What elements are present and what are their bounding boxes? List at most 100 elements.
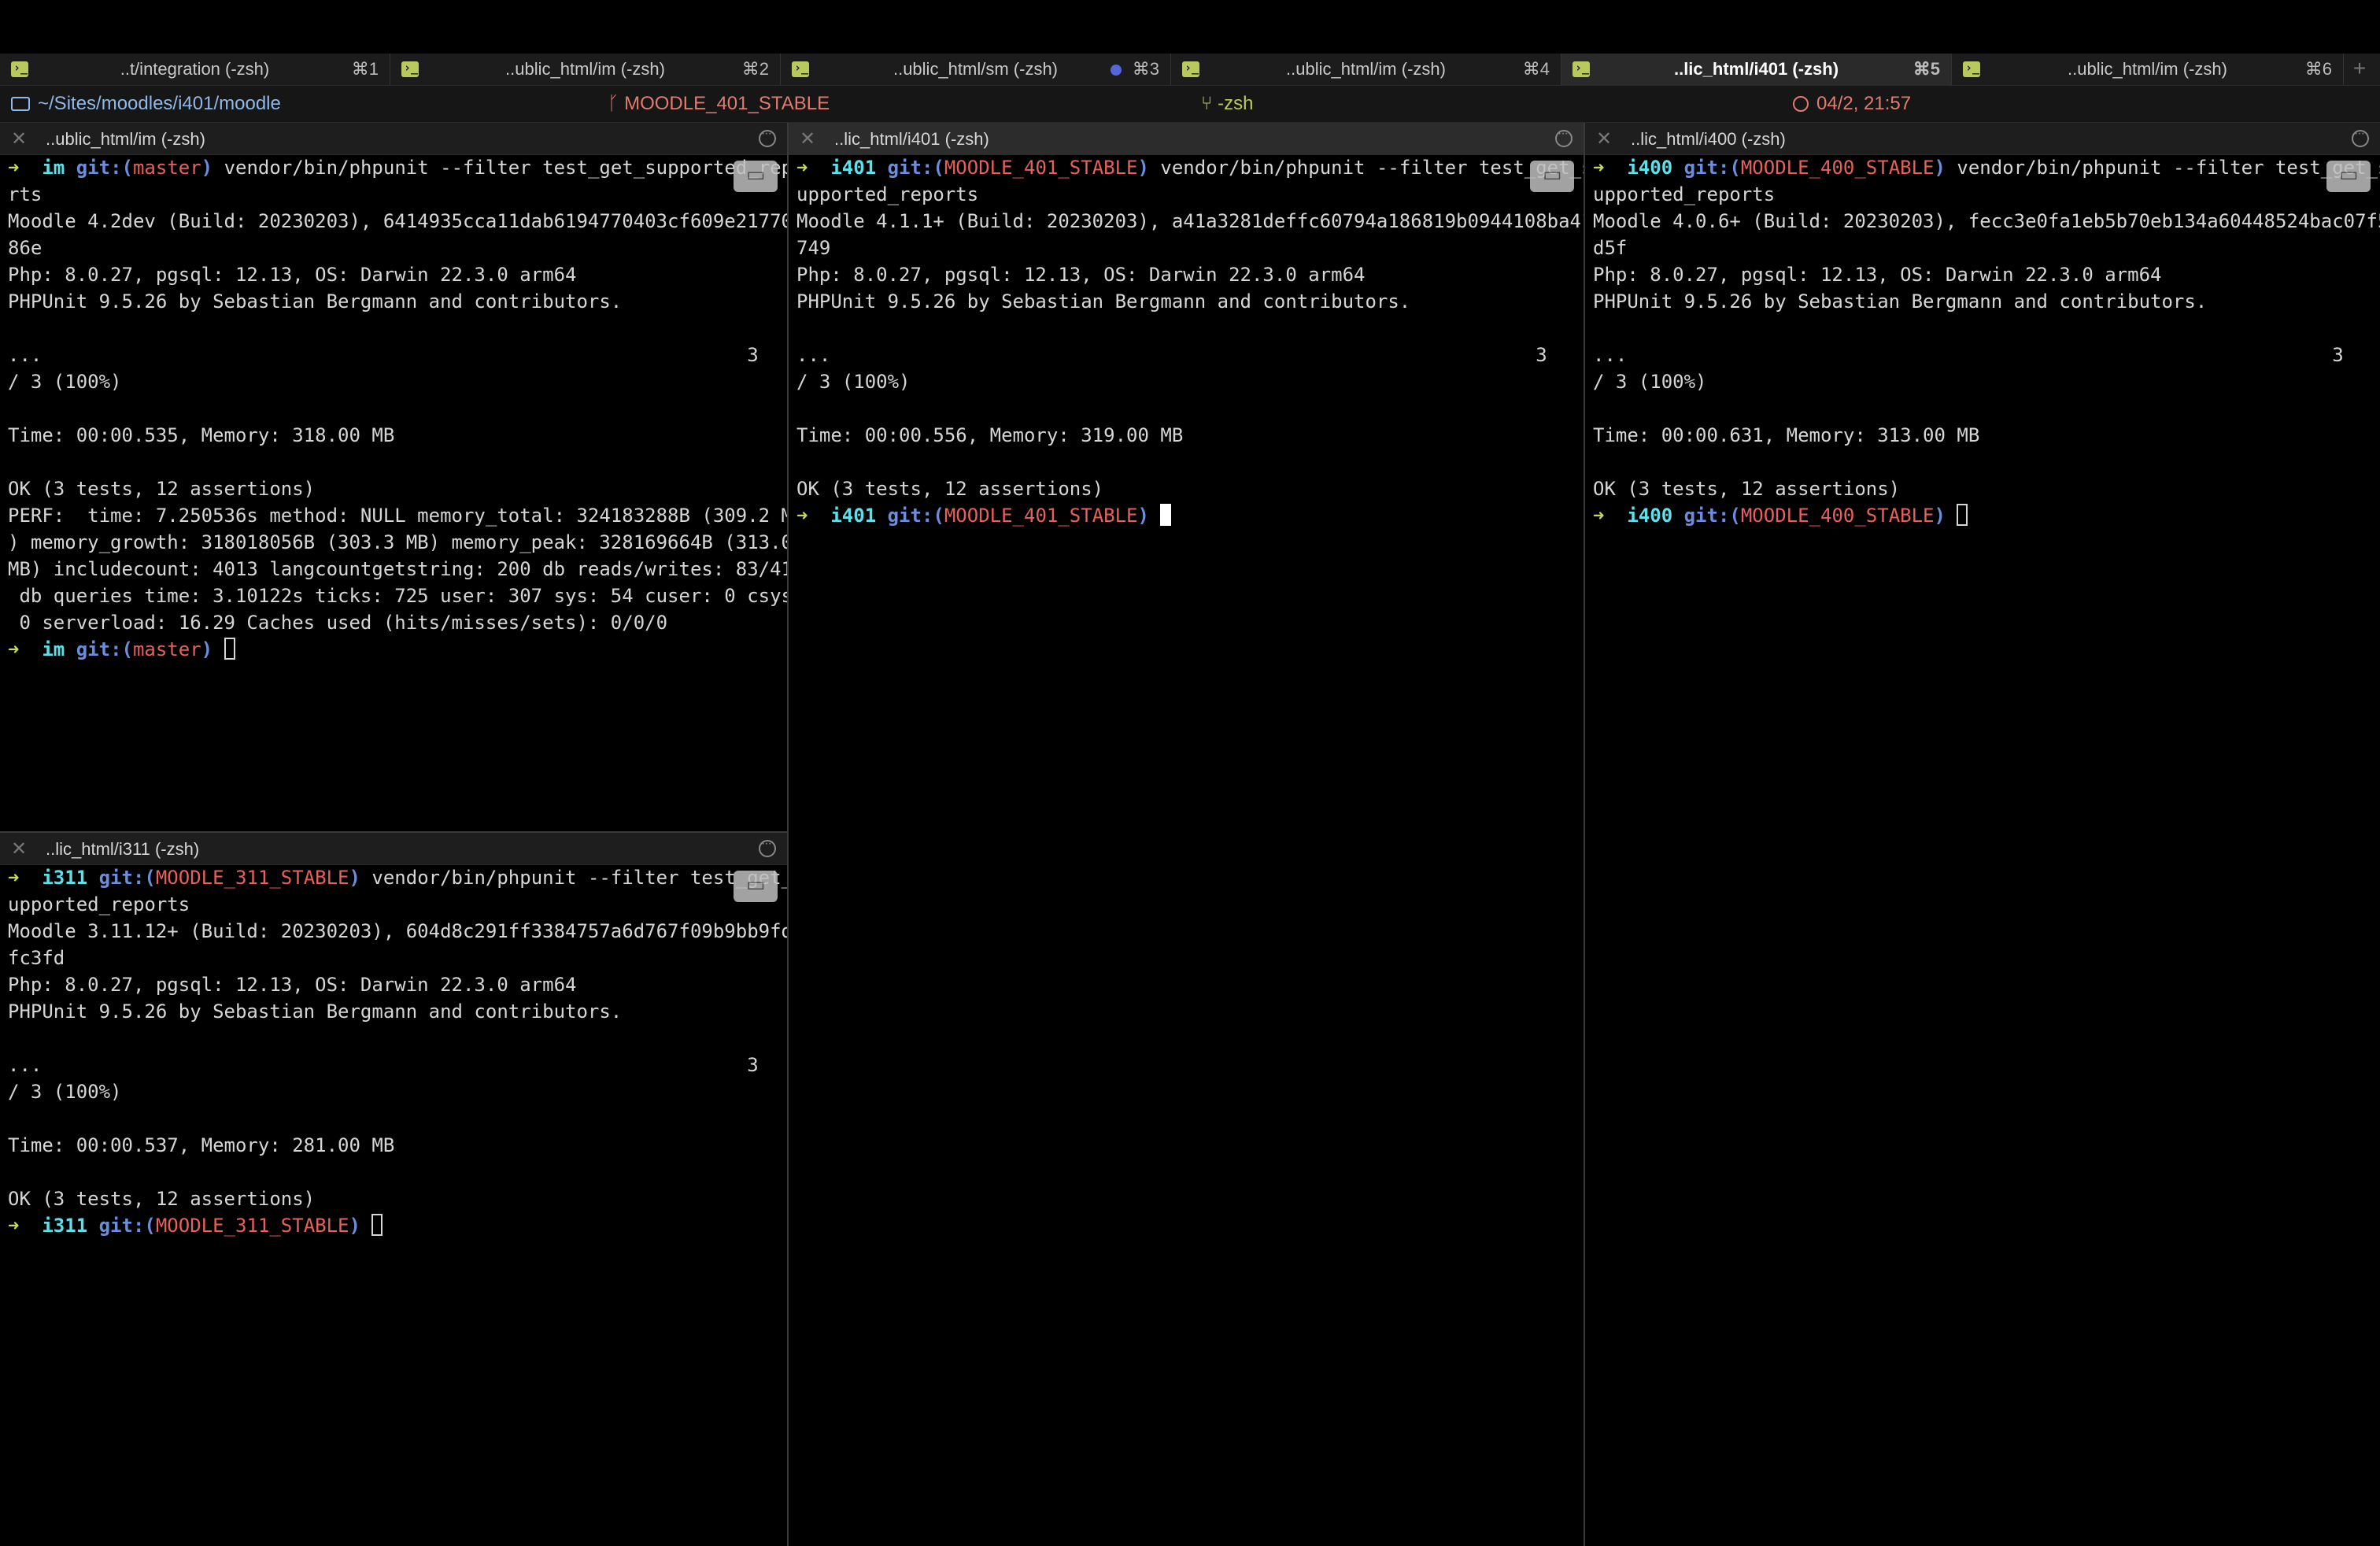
terminal-pane-i401[interactable]: ✕ ..lic_html/i401 (-zsh) ➜ i401 git:(MOO…	[789, 123, 1584, 1546]
git-close: )	[201, 638, 213, 660]
pane-divider[interactable]	[1584, 123, 1585, 1546]
clock-icon	[1793, 96, 1809, 112]
status-bar: ~/Sites/moodles/i401/moodle ᚴ MOODLE_401…	[0, 86, 2380, 123]
prompt-arrow: ➜	[1593, 505, 1605, 527]
tab-shortcut: ⌘2	[741, 59, 769, 79]
window-badge-icon	[1530, 161, 1574, 192]
prompt-arrow: ➜	[8, 867, 20, 889]
command-output: rts Moodle 4.2dev (Build: 20230203), 641…	[8, 183, 787, 634]
command-output: upported_reports Moodle 4.1.1+ (Build: 2…	[796, 183, 1584, 500]
tab-2[interactable]: ..ublic_html/im (-zsh) ⌘2	[390, 54, 781, 85]
command-text: vendor/bin/phpunit --filter test_get_s	[1957, 157, 2380, 179]
pane-title: ..lic_html/i401 (-zsh)	[834, 129, 989, 149]
status-shell[interactable]: ⑂ -zsh	[1201, 86, 1253, 122]
pane-header: ✕ ..lic_html/i311 (-zsh)	[0, 833, 787, 865]
tab-1[interactable]: ..t/integration (-zsh) ⌘1	[0, 54, 390, 85]
git-close: )	[1137, 505, 1149, 527]
git-close: )	[1137, 157, 1149, 179]
ellipsis-icon[interactable]	[759, 127, 776, 147]
git-open: git:(	[98, 867, 156, 889]
prompt-arrow: ➜	[796, 157, 808, 179]
ellipsis-icon[interactable]	[2352, 127, 2369, 147]
terminal-output[interactable]: ➜ i401 git:(MOODLE_401_STABLE) vendor/bi…	[796, 154, 1584, 1546]
prompt-branch: MOODLE_311_STABLE	[155, 867, 349, 889]
close-icon[interactable]: ✕	[800, 128, 815, 150]
git-close: )	[1934, 157, 1946, 179]
terminal-output[interactable]: ➜ i311 git:(MOODLE_311_STABLE) vendor/bi…	[8, 864, 787, 1546]
command-text: vendor/bin/phpunit --filter test_get_s	[1160, 157, 1584, 179]
pane-header: ✕ ..ublic_html/im (-zsh)	[0, 123, 787, 155]
tab-shortcut: ⌘3	[1132, 59, 1159, 79]
git-branch-icon: ᚴ	[608, 93, 625, 114]
terminal-output[interactable]: ➜ i400 git:(MOODLE_400_STABLE) vendor/bi…	[1593, 154, 2380, 1546]
tab-6[interactable]: ..ublic_html/im (-zsh) ⌘6	[1952, 54, 2344, 85]
tab-shortcut: ⌘5	[1913, 59, 1940, 79]
close-icon[interactable]: ✕	[11, 128, 27, 150]
git-close: )	[201, 157, 213, 179]
status-branch[interactable]: ᚴ MOODLE_401_STABLE	[608, 86, 830, 122]
prompt-dir: i311	[42, 1215, 88, 1237]
status-path[interactable]: ~/Sites/moodles/i401/moodle	[11, 86, 281, 122]
activity-dot-icon	[1111, 65, 1122, 76]
git-close: )	[1934, 505, 1946, 527]
git-close: )	[349, 1215, 360, 1237]
command-output: upported_reports Moodle 3.11.12+ (Build:…	[8, 893, 787, 1210]
terminal-pane-im[interactable]: ✕ ..ublic_html/im (-zsh) ➜ im git:(maste…	[0, 123, 787, 831]
prompt-arrow: ➜	[8, 157, 20, 179]
tab-shortcut: ⌘6	[2304, 59, 2332, 79]
close-icon[interactable]: ✕	[11, 838, 27, 860]
window-badge-icon	[734, 871, 778, 902]
git-open: git:(	[1683, 157, 1741, 179]
status-shell-text: -zsh	[1218, 93, 1254, 114]
window-badge-icon	[2326, 161, 2371, 192]
command-output: upported_reports Moodle 4.0.6+ (Build: 2…	[1593, 183, 2380, 500]
cursor	[224, 638, 235, 660]
git-open: git:(	[887, 505, 944, 527]
pane-divider[interactable]	[787, 123, 789, 1546]
status-clock-text: 04/2, 21:57	[1816, 93, 1912, 114]
tab-label: ..ublic_html/im (-zsh)	[505, 59, 665, 79]
git-open: git:(	[887, 157, 944, 179]
prompt-branch: MOODLE_400_STABLE	[1740, 157, 1935, 179]
prompt-branch: MOODLE_401_STABLE	[944, 505, 1138, 527]
prompt-arrow: ➜	[1593, 157, 1605, 179]
status-path-text: ~/Sites/moodles/i401/moodle	[38, 93, 281, 114]
prompt-arrow: ➜	[8, 638, 20, 660]
pane-divider[interactable]	[0, 831, 787, 833]
prompt-arrow: ➜	[796, 505, 808, 527]
tab-bar: ..t/integration (-zsh) ⌘1 ..ublic_html/i…	[0, 54, 2380, 86]
tab-3[interactable]: ..ublic_html/sm (-zsh) ⌘3	[781, 54, 1171, 85]
command-text: vendor/bin/phpunit --filter test_get_sup…	[224, 157, 787, 179]
prompt-dir: i401	[830, 505, 877, 527]
prompt-dir: i311	[42, 867, 88, 889]
git-open: git:(	[1683, 505, 1741, 527]
close-icon[interactable]: ✕	[1596, 128, 1612, 150]
prompt-arrow: ➜	[8, 1215, 20, 1237]
tab-shortcut: ⌘1	[351, 59, 379, 79]
ellipsis-icon[interactable]	[759, 837, 776, 857]
ellipsis-icon[interactable]	[1555, 127, 1572, 147]
git-open: git:(	[76, 638, 133, 660]
cursor	[1160, 504, 1172, 526]
prompt-branch: MOODLE_400_STABLE	[1740, 505, 1935, 527]
pane-header: ✕ ..lic_html/i401 (-zsh)	[789, 123, 1584, 155]
status-clock: 04/2, 21:57	[1793, 86, 1911, 122]
tab-label: ..lic_html/i401 (-zsh)	[1673, 59, 1839, 79]
new-tab-button[interactable]: +	[2344, 54, 2375, 85]
terminal-pane-i311[interactable]: ✕ ..lic_html/i311 (-zsh) ➜ i311 git:(MOO…	[0, 833, 787, 1546]
terminal-output[interactable]: ➜ im git:(master) vendor/bin/phpunit --f…	[8, 154, 787, 831]
tab-4[interactable]: ..ublic_html/im (-zsh) ⌘4	[1171, 54, 1561, 85]
tab-label: ..ublic_html/im (-zsh)	[1286, 59, 1446, 79]
tab-5[interactable]: ..lic_html/i401 (-zsh) ⌘5	[1561, 54, 1952, 85]
terminal-pane-i400[interactable]: ✕ ..lic_html/i400 (-zsh) ➜ i400 git:(MOO…	[1585, 123, 2380, 1546]
command-text: vendor/bin/phpunit --filter test_get_s	[371, 867, 787, 889]
prompt-dir: i401	[830, 157, 877, 179]
prompt-branch: MOODLE_401_STABLE	[944, 157, 1138, 179]
pane-header: ✕ ..lic_html/i400 (-zsh)	[1585, 123, 2380, 155]
cursor	[371, 1214, 383, 1236]
pane-title: ..lic_html/i400 (-zsh)	[1631, 129, 1786, 149]
tab-label: ..t/integration (-zsh)	[120, 59, 270, 79]
tab-shortcut: ⌘4	[1522, 59, 1550, 79]
pane-title: ..ublic_html/im (-zsh)	[46, 129, 205, 149]
prompt-dir: i400	[1627, 157, 1673, 179]
